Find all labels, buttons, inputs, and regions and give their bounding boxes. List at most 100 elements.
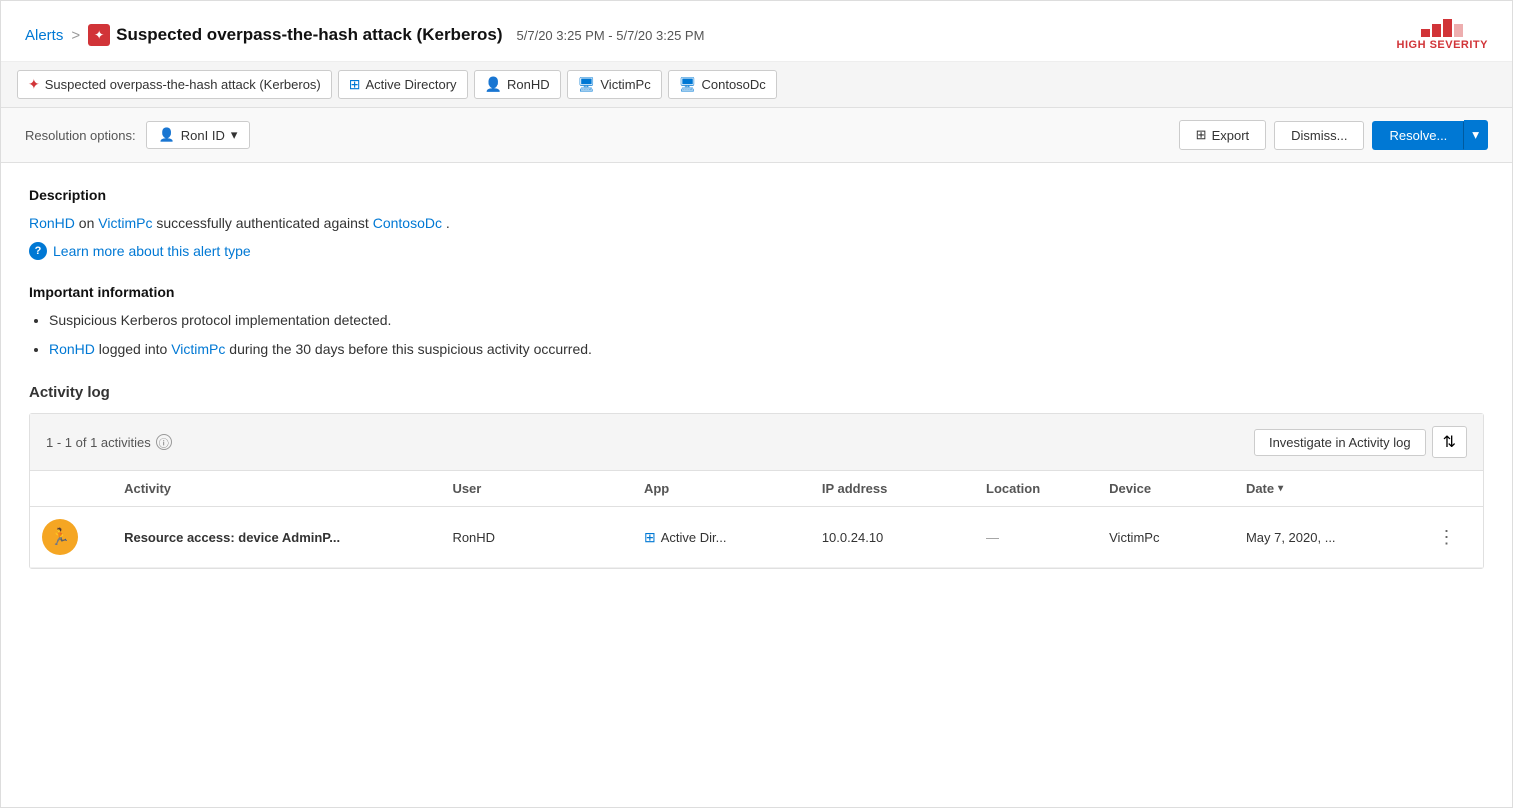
header-date-range: 5/7/20 3:25 PM - 5/7/20 3:25 PM [517, 28, 705, 43]
severity-badge: HIGH SEVERITY [1397, 19, 1488, 51]
tab-ronhd-icon: 👤 [485, 76, 502, 93]
dismiss-label: Dismiss... [1291, 128, 1347, 143]
app-name: Active Dir... [661, 530, 727, 545]
activity-log-toolbar: 1 - 1 of 1 activities ⓘ Investigate in A… [30, 414, 1483, 471]
dismiss-button[interactable]: Dismiss... [1274, 121, 1364, 150]
activity-count-text: 1 - 1 of 1 activities [46, 435, 151, 450]
resolution-dropdown-value: RonI ID [181, 128, 225, 143]
tab-ronhd-label: RonHD [507, 77, 550, 92]
bullet-item-2: RonHD logged into VictimPc during the 30… [49, 339, 1484, 360]
export-label: Export [1212, 128, 1250, 143]
th-app: App [632, 471, 810, 507]
app-icon: ⊞ [644, 529, 656, 546]
activity-log-title: Activity log [29, 384, 1484, 401]
learn-more[interactable]: ? Learn more about this alert type [29, 242, 1484, 260]
th-actions [1425, 471, 1483, 507]
th-activity: Activity [112, 471, 440, 507]
bullet-item-1: Suspicious Kerberos protocol implementat… [49, 310, 1484, 331]
tab-active-directory[interactable]: ⊞ Active Directory [338, 70, 468, 99]
desc-text-auth: successfully authenticated against [156, 215, 372, 231]
tab-victimpc-label: VictimPc [600, 77, 650, 92]
tab-contosodc[interactable]: 🖥 ContosoDc [668, 70, 777, 99]
link-ronhd[interactable]: RonHD [29, 215, 75, 231]
filter-button[interactable]: ⇅ [1432, 426, 1467, 458]
info-icon: ? [29, 242, 47, 260]
severity-bar-2 [1432, 24, 1441, 37]
row-user: RonHD [440, 507, 632, 568]
resolve-chevron-button[interactable]: ▾ [1464, 120, 1488, 150]
important-info-title: Important information [29, 284, 1484, 300]
export-icon: ⊞ [1196, 127, 1207, 143]
resolve-chevron-icon: ▾ [1472, 127, 1479, 142]
severity-bar-3 [1443, 19, 1452, 37]
th-date-label: Date [1246, 481, 1274, 496]
description-section: Description RonHD on VictimPc successful… [29, 187, 1484, 260]
alert-icon: ✦ [88, 24, 110, 46]
severity-bar-4 [1454, 24, 1463, 37]
tab-ad-icon: ⊞ [349, 76, 361, 93]
severity-bar-1 [1421, 29, 1430, 37]
row-location: — [974, 507, 1097, 568]
bullet-2-text-mid2: during the 30 days before this suspiciou… [229, 341, 592, 357]
resolution-dropdown[interactable]: 👤 RonI ID ▾ [146, 121, 251, 149]
th-location: Location [974, 471, 1097, 507]
desc-text-on: on [79, 215, 98, 231]
export-button[interactable]: ⊞ Export [1179, 120, 1266, 150]
activity-table: Activity User App IP address Location De… [30, 471, 1483, 568]
th-ip: IP address [810, 471, 974, 507]
bullet-list: Suspicious Kerberos protocol implementat… [49, 310, 1484, 360]
tab-victimpc[interactable]: 🖥 VictimPc [567, 70, 662, 99]
link-ronhd-bullet[interactable]: RonHD [49, 341, 95, 357]
resolve-button-group: Resolve... ▾ [1372, 120, 1488, 150]
page-title: Suspected overpass-the-hash attack (Kerb… [116, 25, 502, 45]
breadcrumb-separator: > [71, 27, 80, 44]
row-date: May 7, 2020, ... [1234, 507, 1426, 568]
important-info-section: Important information Suspicious Kerbero… [29, 284, 1484, 360]
th-date[interactable]: Date ▾ [1234, 471, 1426, 507]
resolve-main-button[interactable]: Resolve... [1372, 121, 1464, 150]
tab-victimpc-icon: 🖥 [578, 76, 596, 93]
activity-log-section: Activity log 1 - 1 of 1 activities ⓘ Inv… [29, 384, 1484, 569]
investigate-button[interactable]: Investigate in Activity log [1254, 429, 1426, 456]
tab-ronhd[interactable]: 👤 RonHD [474, 70, 561, 99]
link-victimpc-desc[interactable]: VictimPc [98, 215, 152, 231]
table-header-row: Activity User App IP address Location De… [30, 471, 1483, 507]
tab-contosodc-label: ContosoDc [701, 77, 765, 92]
more-options-icon[interactable]: ⋮ [1437, 527, 1455, 547]
activity-log-container: 1 - 1 of 1 activities ⓘ Investigate in A… [29, 413, 1484, 569]
th-user: User [440, 471, 632, 507]
activity-type-icon: 🏃 [50, 527, 70, 547]
bullet-2-text-mid1: logged into [99, 341, 171, 357]
sort-icon: ▾ [1278, 483, 1283, 494]
th-device: Device [1097, 471, 1234, 507]
tab-alert-icon: ✦ [28, 76, 40, 93]
row-actions[interactable]: ⋮ [1425, 507, 1483, 568]
toolbar-right: Investigate in Activity log ⇅ [1254, 426, 1467, 458]
severity-label: HIGH SEVERITY [1397, 39, 1488, 51]
row-device: VictimPc [1097, 507, 1234, 568]
activity-row-icon: 🏃 [42, 519, 78, 555]
description-title: Description [29, 187, 1484, 203]
activity-count: 1 - 1 of 1 activities ⓘ [46, 434, 172, 450]
row-ip: 10.0.24.10 [810, 507, 974, 568]
tab-ad-label: Active Directory [366, 77, 457, 92]
row-activity-text: Resource access: device AdminP... [124, 530, 340, 545]
resolve-label: Resolve... [1389, 128, 1447, 143]
chevron-down-icon: ▾ [231, 127, 238, 143]
desc-text-end: . [446, 215, 450, 231]
row-icon-cell: 🏃 [30, 507, 112, 568]
row-activity: Resource access: device AdminP... [112, 507, 440, 568]
tab-alert-label: Suspected overpass-the-hash attack (Kerb… [45, 77, 321, 92]
description-text: RonHD on VictimPc successfully authentic… [29, 213, 1484, 234]
link-victimpc-bullet[interactable]: VictimPc [171, 341, 225, 357]
info-circle-icon: ⓘ [156, 434, 172, 450]
resolution-bar: Resolution options: 👤 RonI ID ▾ ⊞ Export… [1, 108, 1512, 163]
breadcrumb-alerts[interactable]: Alerts [25, 27, 63, 44]
learn-more-link[interactable]: Learn more about this alert type [53, 243, 251, 259]
table-row: 🏃 Resource access: device AdminP... RonH… [30, 507, 1483, 568]
row-app: ⊞ Active Dir... [632, 507, 810, 568]
tabs-bar: ✦ Suspected overpass-the-hash attack (Ke… [1, 62, 1512, 108]
tab-alert[interactable]: ✦ Suspected overpass-the-hash attack (Ke… [17, 70, 332, 99]
bullet-1-text: Suspicious Kerberos protocol implementat… [49, 312, 391, 328]
link-contosodc-desc[interactable]: ContosoDc [373, 215, 442, 231]
